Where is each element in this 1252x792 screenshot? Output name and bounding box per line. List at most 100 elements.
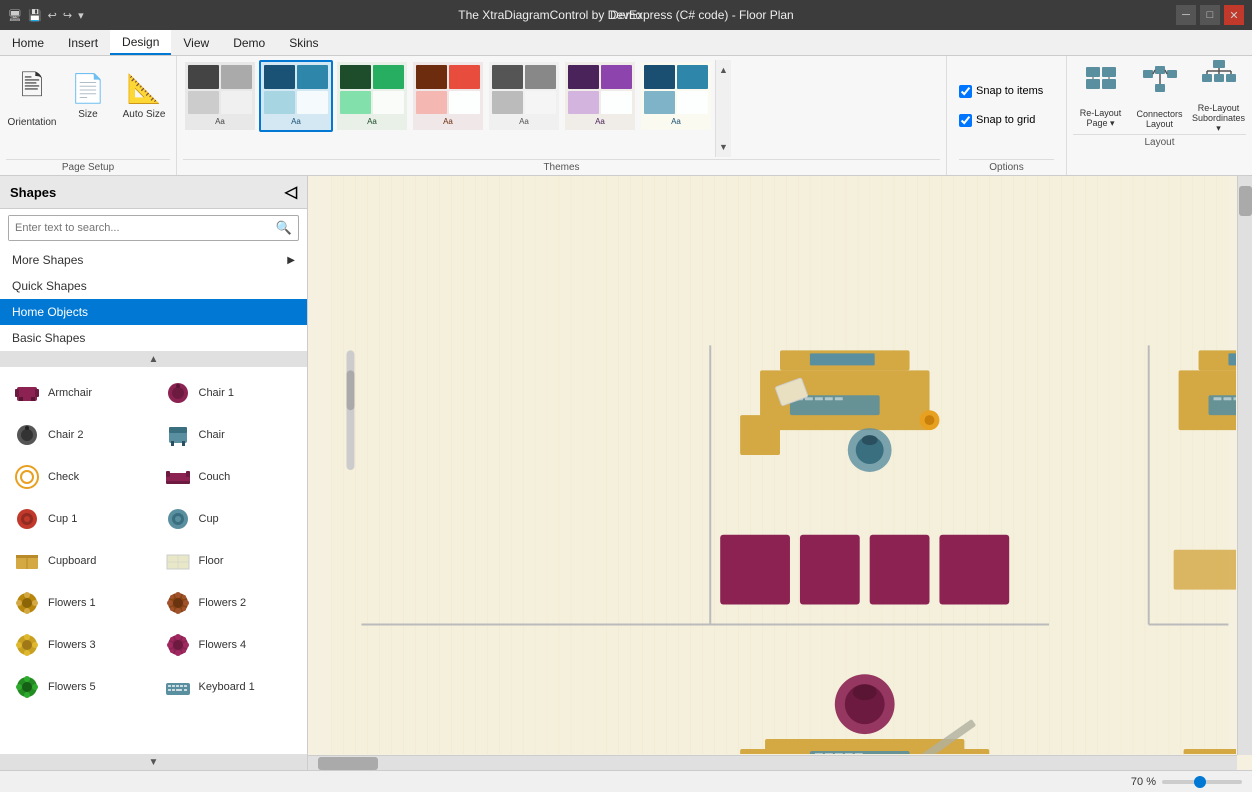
orientation-button[interactable]: 🖹 Orientation [6,60,58,132]
chair1-icon [163,378,193,408]
ribbon-page-setup: 🖹 Orientation 📄 Size 📐 Auto Size Page Se… [0,56,177,175]
armchair-label: Armchair [48,387,92,399]
layout-group-label: Layout [1073,134,1246,148]
snap-to-grid-row: Snap to grid [959,114,1054,127]
search-box: 🔍 [8,215,299,241]
undo-btn[interactable]: ↩ [48,9,57,22]
theme-6[interactable]: Aa [563,60,637,132]
shape-cup[interactable]: Cup [155,499,304,539]
shape-cupboard[interactable]: Cupboard [4,541,153,581]
window-controls: ─ □ ✕ [1176,5,1244,25]
theme-2[interactable]: Aa [259,60,333,132]
shape-flowers5[interactable]: Flowers 5 [4,667,153,707]
chair-label: Chair [199,429,225,441]
menu-home[interactable]: Home [0,30,56,55]
redo-btn[interactable]: ↪ [63,9,72,22]
shape-cup1[interactable]: Cup 1 [4,499,153,539]
shape-flowers3[interactable]: Flowers 3 [4,625,153,665]
shapes-scroll-up[interactable]: ▲ [0,351,307,367]
quick-save[interactable]: 💾 [28,9,42,22]
maximize-button[interactable]: □ [1200,5,1220,25]
zoom-label: 70 % [1131,776,1156,788]
shape-chair2[interactable]: Chair 2 [4,415,153,455]
shapes-grid: Armchair Chair 1 [4,373,303,707]
flowers5-label: Flowers 5 [48,681,96,693]
shape-keyboard1[interactable]: Keyboard 1 [155,667,304,707]
shapes-scroll-down[interactable]: ▼ [0,754,307,770]
auto-size-button[interactable]: 📐 Auto Size [118,60,170,132]
themes-scroll-down[interactable]: ▼ [716,139,731,155]
search-input[interactable] [9,216,270,240]
size-label: Size [78,109,97,120]
category-home-objects[interactable]: Home Objects [0,299,307,325]
menu-view[interactable]: View [171,30,221,55]
shapes-collapse-btn[interactable]: ◁ [285,182,297,202]
theme-7[interactable]: Aa [639,60,713,132]
menu-design[interactable]: Design [110,30,171,55]
floor-plan-svg [324,176,1236,754]
customize-btn[interactable]: ▾ [78,9,84,22]
menu-skins[interactable]: Skins [277,30,330,55]
theme-3[interactable]: Aa [335,60,409,132]
flowers1-icon [12,588,42,618]
theme-1[interactable]: Aa [183,60,257,132]
canvas-vertical-scrollbar[interactable] [1237,176,1252,755]
flowers5-icon [12,672,42,702]
zoom-control: 70 % [1131,776,1242,788]
armchair-icon [12,378,42,408]
relayout-subordinates-button[interactable]: Re-LayoutSubordinates ▾ [1191,60,1246,132]
flowers2-icon [163,588,193,618]
zoom-thumb[interactable] [1194,776,1206,788]
category-basic-shapes[interactable]: Basic Shapes [0,325,307,351]
shape-flowers4[interactable]: Flowers 4 [155,625,304,665]
themes-scroll: ▲ ▼ [715,60,731,157]
shape-armchair[interactable]: Armchair [4,373,153,413]
check-label: Check [48,471,79,483]
more-shapes-label: More Shapes [12,253,83,267]
menu-demo[interactable]: Demo [221,30,277,55]
zoom-slider[interactable] [1162,780,1242,784]
flowers1-label: Flowers 1 [48,597,96,609]
connectors-layout-button[interactable]: ConnectorsLayout [1132,60,1187,132]
minimize-button[interactable]: ─ [1176,5,1196,25]
canvas-content [324,176,1236,754]
cupboard-icon [12,546,42,576]
shape-chair[interactable]: Chair [155,415,304,455]
canvas-horizontal-scrollbar[interactable] [308,755,1237,770]
search-icon: 🔍 [270,216,298,240]
themes-scroll-up[interactable]: ▲ [716,62,731,78]
couch-icon [163,462,193,492]
orientation-label: Orientation [8,117,57,128]
menu-insert[interactable]: Insert [56,30,110,55]
shape-flowers2[interactable]: Flowers 2 [155,583,304,623]
shape-chair1[interactable]: Chair 1 [155,373,304,413]
theme-5[interactable]: Aa [487,60,561,132]
canvas-area[interactable] [308,176,1252,770]
cup-label: Cup [199,513,219,525]
shape-check[interactable]: Check [4,457,153,497]
relayout-page-button[interactable]: Re-LayoutPage ▾ [1073,60,1128,132]
cup1-icon [12,504,42,534]
more-shapes-chevron: ▶ [287,255,295,266]
snap-to-items-checkbox[interactable] [959,85,972,98]
theme-4[interactable]: Aa [411,60,485,132]
size-button[interactable]: 📄 Size [62,60,114,132]
close-button[interactable]: ✕ [1224,5,1244,25]
snap-to-grid-checkbox[interactable] [959,114,972,127]
shape-floor[interactable]: Floor [155,541,304,581]
chair-icon [163,420,193,450]
shape-couch[interactable]: Couch [155,457,304,497]
shape-flowers1[interactable]: Flowers 1 [4,583,153,623]
ribbon-options: Snap to items Snap to grid Options [947,56,1067,175]
category-more-shapes[interactable]: More Shapes ▶ [0,247,307,273]
chair1-label: Chair 1 [199,387,234,399]
category-quick-shapes[interactable]: Quick Shapes [0,273,307,299]
menu-bar: Home Insert Design View Demo Skins [0,30,1252,56]
connectors-layout-icon [1141,64,1179,109]
chair2-label: Chair 2 [48,429,83,441]
snap-to-items-label: Snap to items [976,85,1043,97]
floor-label: Floor [199,555,224,567]
relayout-subordinates-label: Re-LayoutSubordinates ▾ [1192,103,1245,134]
cupboard-label: Cupboard [48,555,96,567]
shapes-list: Armchair Chair 1 [0,367,307,754]
